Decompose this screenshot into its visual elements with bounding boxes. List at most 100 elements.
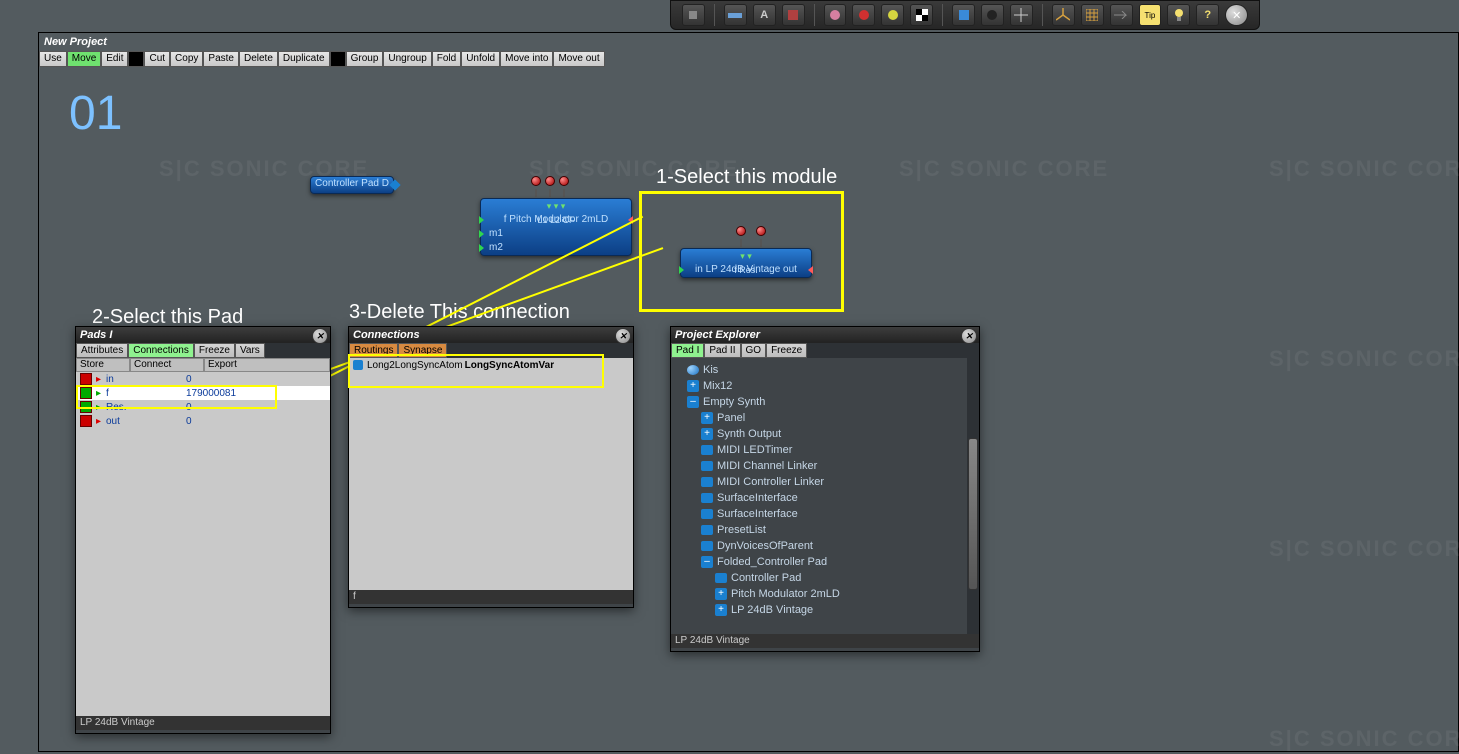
port-in-icon[interactable] [679,266,684,274]
toolbar-blue-square-button[interactable] [952,4,975,26]
toolbar-button[interactable] [824,4,847,26]
move-out-button[interactable]: Move out [553,51,604,67]
tree-item[interactable]: SurfaceInterface [671,490,979,506]
toolbar-bulb-icon[interactable] [1167,4,1190,26]
explorer-title[interactable]: Project Explorer ✕ [671,327,979,343]
pad-row[interactable]: ▸ out 0 [76,414,330,428]
use-button[interactable]: Use [39,51,67,67]
toolbar-tip-button[interactable]: Tip [1139,4,1162,26]
scrollbar[interactable] [967,358,979,634]
expand-icon[interactable]: + [701,412,713,424]
copy-button[interactable]: Copy [170,51,203,67]
port-in-icon[interactable] [479,230,484,238]
toolbar-button[interactable] [1110,4,1133,26]
pin-icon[interactable] [559,176,569,186]
toolbar-dark-circle-button[interactable] [981,4,1004,26]
tree-item[interactable]: SurfaceInterface [671,506,979,522]
tab-freeze[interactable]: Freeze [194,343,235,358]
toolbar-move-icon[interactable] [1010,4,1033,26]
tab-pad1[interactable]: Pad I [671,343,704,358]
tree-item[interactable]: +Synth Output [671,426,979,442]
group-button[interactable]: Group [346,51,384,67]
unfold-button[interactable]: Unfold [461,51,500,67]
col-store[interactable]: Store [76,358,130,372]
tab-routings[interactable]: Routings [349,343,398,358]
col-export[interactable]: Export [204,358,330,372]
fold-button[interactable]: Fold [432,51,461,67]
col-connect[interactable]: Connect [130,358,204,372]
connection-row[interactable]: Long2LongSyncAtom LongSyncAtomVar [349,358,633,372]
tree-item[interactable]: Kis [671,362,979,378]
port-in-icon[interactable] [479,244,484,252]
tree-item[interactable]: +Pitch Modulator 2mLD [671,586,979,602]
tree-item[interactable]: –Folded_Controller Pad [671,554,979,570]
tab-attributes[interactable]: Attributes [76,343,128,358]
paste-button[interactable]: Paste [203,51,239,67]
pads-list[interactable]: ▸ in 0 ▸ f 179000081 ▸ Res. 0 ▸ out 0 [76,372,330,716]
collapse-icon[interactable]: – [687,396,699,408]
pad-row[interactable]: ▸ Res. 0 [76,400,330,414]
connections-title[interactable]: Connections ✕ [349,327,633,343]
move-button[interactable]: Move [67,51,101,67]
tree-item[interactable]: +LP 24dB Vintage [671,602,979,618]
ungroup-button[interactable]: Ungroup [383,51,431,67]
edit-button[interactable]: Edit [101,51,128,67]
tree-item[interactable]: DynVoicesOfParent [671,538,979,554]
tree-item[interactable]: MIDI Controller Linker [671,474,979,490]
toolbar-button[interactable] [724,4,747,26]
port-out-icon[interactable] [628,216,633,224]
tab-pad2[interactable]: Pad II [704,343,740,358]
toolbar-help-button[interactable]: ? [1196,4,1219,26]
node-lp-24db[interactable]: ▾ ▾ f Res. in LP 24dB Vintage out [680,248,812,278]
scrollbar-thumb[interactable] [968,438,978,590]
toolbar-close-button[interactable]: ✕ [1225,4,1248,26]
expand-icon[interactable]: + [715,588,727,600]
cut-button[interactable]: Cut [144,51,170,67]
explorer-tree[interactable]: Kis+Mix12–Empty Synth+Panel+Synth Output… [671,358,979,634]
tree-item[interactable]: Controller Pad [671,570,979,586]
toolbar-button[interactable] [782,4,805,26]
tree-item[interactable]: MIDI LEDTimer [671,442,979,458]
tab-go[interactable]: GO [741,343,767,358]
pin-icon[interactable] [736,226,746,236]
duplicate-button[interactable]: Duplicate [278,51,330,67]
tab-connections[interactable]: Connections [128,343,194,358]
pad-row-selected[interactable]: ▸ f 179000081 [76,386,330,400]
toolbar-red-circle-button[interactable] [852,4,875,26]
port-in-icon[interactable] [479,216,484,224]
pad-row[interactable]: ▸ in 0 [76,372,330,386]
expand-icon[interactable]: + [687,380,699,392]
pads-panel-title[interactable]: Pads I ✕ [76,327,330,343]
tab-vars[interactable]: Vars [235,343,265,358]
tree-item[interactable]: +Mix12 [671,378,979,394]
connections-list[interactable]: Long2LongSyncAtom LongSyncAtomVar [349,358,633,590]
delete-button[interactable]: Delete [239,51,278,67]
tree-item[interactable]: –Empty Synth [671,394,979,410]
toolbar-checker-button[interactable] [910,4,933,26]
pin-icon[interactable] [756,226,766,236]
node-controller-pad[interactable]: Controller Pad D [310,176,394,194]
move-into-button[interactable]: Move into [500,51,553,67]
toolbar-axes-icon[interactable] [1052,4,1075,26]
tab-freeze[interactable]: Freeze [766,343,807,358]
close-icon[interactable]: ✕ [312,328,328,344]
port-out-icon[interactable] [808,266,813,274]
pin-icon[interactable] [545,176,555,186]
pin-icon[interactable] [531,176,541,186]
toolbar-grid-icon[interactable] [1081,4,1104,26]
tree-item[interactable]: +Panel [671,410,979,426]
toolbar-button[interactable] [682,4,705,26]
tree-item[interactable]: PresetList [671,522,979,538]
close-icon[interactable]: ✕ [961,328,977,344]
expand-icon[interactable]: + [715,604,727,616]
expand-icon[interactable]: + [701,428,713,440]
canvas[interactable]: Use Move Edit Cut Copy Paste Delete Dupl… [39,51,1458,751]
tree-item[interactable]: MIDI Channel Linker [671,458,979,474]
node-pitch-modulator[interactable]: ▾ ▾ ▾ L1 L2 CF f Pitch Modulator 2mLD m1… [480,198,632,256]
toolbar-text-button[interactable]: A [753,4,776,26]
toolbar-yellow-circle-button[interactable] [881,4,904,26]
tab-synapse[interactable]: Synapse [398,343,447,358]
collapse-icon[interactable]: – [701,556,713,568]
close-icon[interactable]: ✕ [615,328,631,344]
annotation-1: 1-Select this module [656,166,837,189]
